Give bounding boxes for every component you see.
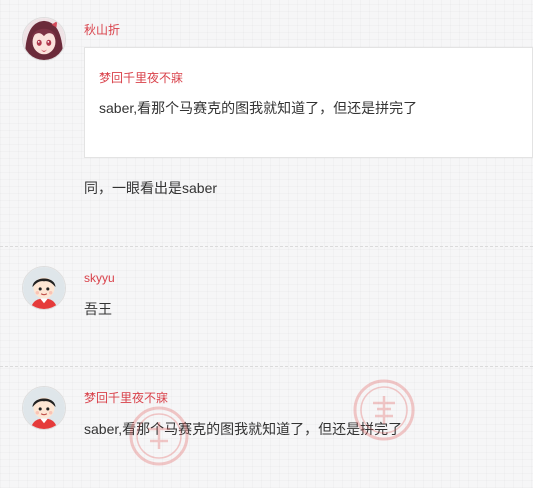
comment-text: 吾王 [84,301,112,317]
seal-stamp-icon [352,378,416,442]
anime-girl-avatar-icon[interactable] [22,17,66,61]
default-boy-avatar-icon[interactable] [22,266,66,310]
seal-stamp-icon [128,405,190,467]
comment-author[interactable]: 秋山折 [84,22,120,38]
comment-item: 秋山折 梦回千里夜不寐 saber,看那个马赛克的图我就知道了，但还是拼完了 同… [0,0,533,246]
comment-text: 同，一眼看出是saber [84,180,218,196]
comment-item: skyyu 吾王 [0,246,533,366]
comment-author[interactable]: 梦回千里夜不寐 [84,390,168,406]
quote-author[interactable]: 梦回千里夜不寐 [99,70,183,86]
comment-list: 秋山折 梦回千里夜不寐 saber,看那个马赛克的图我就知道了，但还是拼完了 同… [0,0,533,488]
comment-item: 梦回千里夜不寐 saber,看那个马赛克的图我就知道了，但还是拼完了 [0,366,533,488]
quoted-comment: 梦回千里夜不寐 saber,看那个马赛克的图我就知道了，但还是拼完了 [84,47,533,158]
default-boy-avatar-icon[interactable] [22,386,66,430]
comment-author[interactable]: skyyu [84,270,115,286]
quote-text: saber,看那个马赛克的图我就知道了，但还是拼完了 [99,100,418,116]
